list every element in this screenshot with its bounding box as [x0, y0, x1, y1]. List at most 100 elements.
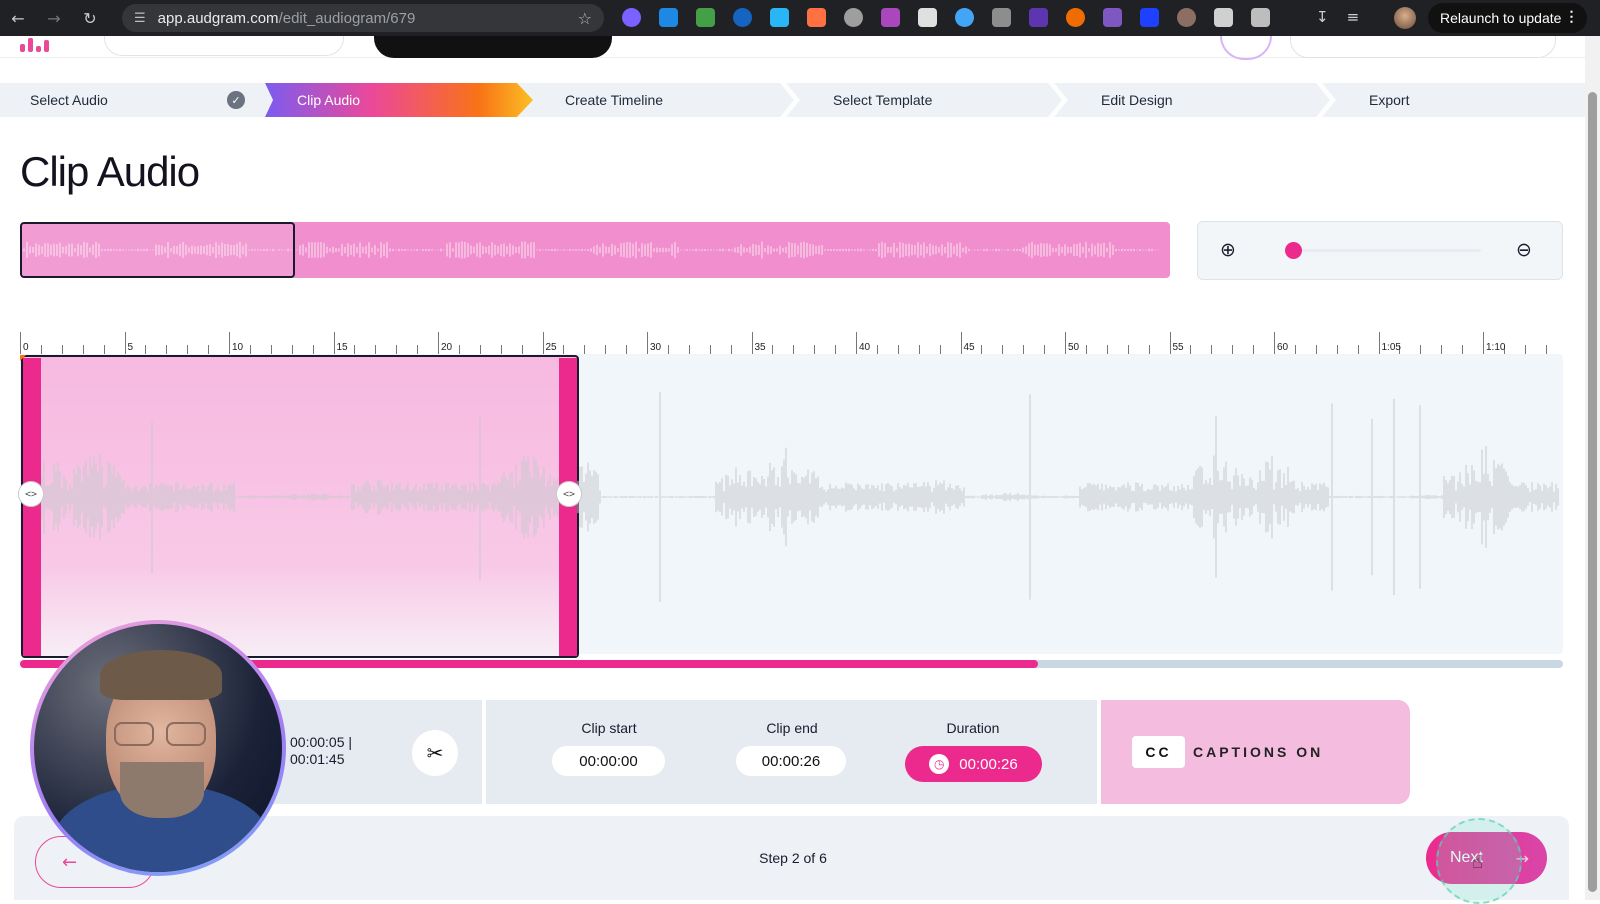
zoom-out-icon[interactable]: ⊖ [1516, 239, 1540, 263]
ruler-label: 10 [232, 342, 244, 353]
ruler-tick [61, 345, 63, 354]
step-select-template[interactable]: Select Template [833, 83, 932, 117]
step-create-timeline[interactable]: Create Timeline [565, 83, 663, 117]
ruler-tick [960, 332, 962, 354]
address-bar[interactable]: ☰ app.audgram.com/edit_audiogram/679 ☆ [122, 4, 604, 32]
ruler-label: 55 [1172, 342, 1184, 353]
extension-icon[interactable] [770, 8, 789, 27]
extension-icon[interactable] [1177, 8, 1196, 27]
ruler-tick [270, 345, 272, 354]
app-logo[interactable] [18, 36, 54, 58]
reload-icon[interactable]: ↻ [72, 0, 108, 36]
extension-icon[interactable] [807, 8, 826, 27]
scrollbar-thumb[interactable] [1588, 92, 1597, 892]
reading-list-icon[interactable]: ≡ [1347, 8, 1360, 26]
step-clip-audio[interactable]: Clip Audio [265, 83, 533, 117]
relaunch-button[interactable]: Relaunch to update ⋮ [1428, 3, 1588, 33]
ruler-tick [1336, 345, 1338, 354]
ruler-tick [1002, 345, 1004, 354]
presenter-glasses [114, 722, 210, 746]
ruler-tick [1106, 345, 1108, 354]
extension-icon[interactable] [955, 8, 974, 27]
clock-icon: ◷ [929, 754, 950, 774]
extension-icon[interactable] [844, 8, 863, 27]
header-avatar[interactable] [1220, 36, 1272, 60]
scissors-icon[interactable]: ✂ [412, 730, 458, 776]
playback-time: 00:00:05 | 00:01:45 [290, 734, 352, 768]
ruler-tick [918, 345, 920, 354]
ruler-tick [82, 345, 84, 354]
extension-icon[interactable] [1214, 8, 1233, 27]
clip-end-edge[interactable] [559, 358, 577, 656]
profile-avatar[interactable] [1394, 7, 1416, 29]
wizard-stepper: Select Audio ✓ Clip Audio Create Timelin… [0, 83, 1585, 117]
ruler-tick [1127, 345, 1129, 354]
page-scrollbar[interactable] [1585, 36, 1600, 900]
clip-end-input[interactable]: 00:00:26 [736, 746, 846, 776]
header-search[interactable] [104, 36, 344, 56]
ruler-tick [40, 345, 42, 354]
url-text: app.audgram.com/edit_audiogram/679 [157, 9, 416, 27]
clip-start-handle[interactable]: <> [18, 481, 44, 507]
ruler-label: 25 [545, 342, 557, 353]
extension-icon[interactable] [1251, 8, 1270, 27]
ruler-tick [1211, 345, 1213, 354]
ruler-tick [793, 345, 795, 354]
zoom-in-icon[interactable]: ⊕ [1220, 239, 1244, 263]
header-user-menu[interactable] [1290, 36, 1556, 58]
ruler-tick [1294, 345, 1296, 354]
extension-icon[interactable] [1029, 8, 1048, 27]
extensions-bar [622, 8, 1270, 27]
cc-icon: CC [1132, 736, 1185, 768]
ruler-tick [605, 345, 607, 354]
step-select-audio[interactable]: Select Audio [30, 83, 108, 117]
ruler-tick [187, 345, 189, 354]
extension-icon[interactable] [881, 8, 900, 27]
ruler-tick [751, 332, 753, 354]
extension-icon[interactable] [622, 8, 641, 27]
step-separator [780, 83, 800, 117]
clip-start-edge[interactable] [23, 358, 41, 656]
header-cta[interactable] [374, 36, 612, 58]
extension-icon[interactable] [1066, 8, 1085, 27]
clip-start-input[interactable]: 00:00:00 [552, 746, 665, 776]
step-edit-design[interactable]: Edit Design [1101, 83, 1173, 117]
extension-icon[interactable] [659, 8, 678, 27]
step-export[interactable]: Export [1369, 83, 1409, 117]
total-time: 00:01:45 [290, 751, 345, 767]
ruler-label: 35 [754, 342, 766, 353]
ruler-tick [1441, 345, 1443, 354]
clip-end-handle[interactable]: <> [556, 481, 582, 507]
extension-icon[interactable] [992, 8, 1011, 27]
menu-dots-icon[interactable]: ⋮ [1564, 8, 1578, 25]
ruler-tick [647, 332, 648, 354]
zoom-slider-thumb[interactable] [1285, 242, 1302, 259]
duration-label: Duration [946, 720, 1000, 736]
ruler-tick [814, 345, 816, 354]
forward-arrow-icon[interactable]: → [36, 0, 72, 36]
ruler-tick [626, 345, 628, 354]
overview-viewport-window[interactable] [20, 222, 295, 278]
ruler-tick [312, 345, 314, 354]
audio-overview[interactable] [20, 222, 1170, 278]
site-settings-icon[interactable]: ☰ [134, 11, 146, 26]
extension-icon[interactable] [1103, 8, 1122, 27]
captions-toggle[interactable]: CC CAPTIONS ON [1101, 700, 1410, 804]
check-icon: ✓ [227, 91, 245, 109]
extension-icon[interactable] [696, 8, 715, 27]
ruler-tick [208, 345, 210, 354]
bookmark-star-icon[interactable]: ☆ [578, 9, 592, 28]
ruler-tick [1085, 345, 1087, 354]
download-icon[interactable]: ↧ [1316, 8, 1329, 26]
ruler-tick [856, 332, 857, 354]
extension-icon[interactable] [733, 8, 752, 27]
captions-status: CAPTIONS ON [1193, 744, 1324, 760]
clip-start-label: Clip start [581, 720, 637, 736]
extension-icon[interactable] [1140, 8, 1159, 27]
ruler-tick [166, 345, 168, 354]
extension-icon[interactable] [918, 8, 937, 27]
ruler-tick [1357, 345, 1359, 354]
back-arrow-icon[interactable]: ← [0, 0, 36, 36]
ruler-label: 1:10 [1486, 342, 1506, 353]
zoom-slider-track[interactable] [1286, 249, 1481, 252]
